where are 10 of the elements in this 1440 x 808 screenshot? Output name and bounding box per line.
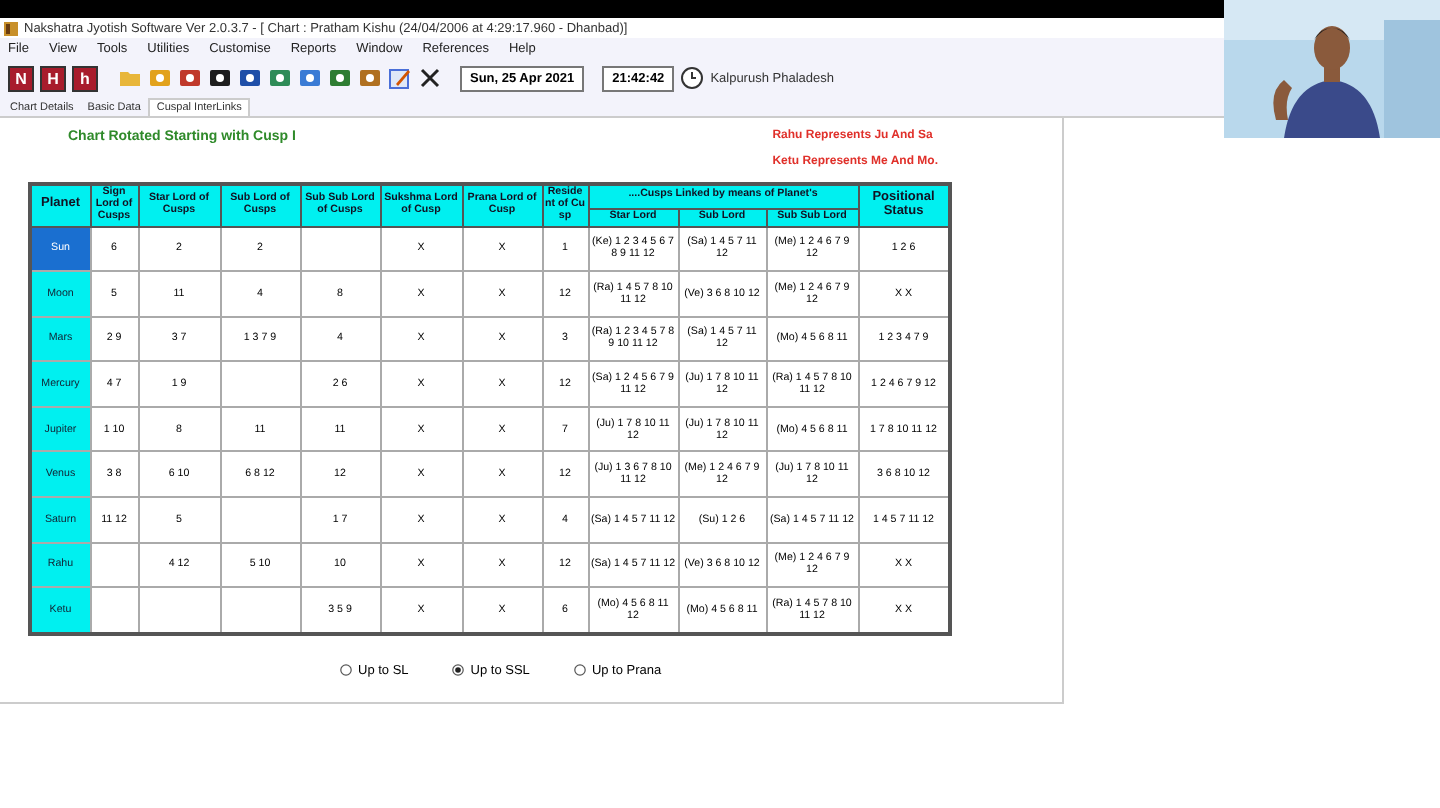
close-icon[interactable] xyxy=(418,66,442,90)
app-icon xyxy=(4,21,18,35)
clock-icon xyxy=(680,66,705,90)
toolbar-button[interactable]: h xyxy=(72,65,98,91)
radio-icon[interactable] xyxy=(573,664,586,677)
radio-icon[interactable] xyxy=(340,664,352,677)
toolbar-button[interactable]: H xyxy=(40,65,66,91)
toolbar-button[interactable]: N xyxy=(8,65,34,91)
radio-icon[interactable] xyxy=(452,664,465,677)
edit-icon[interactable] xyxy=(388,66,412,90)
